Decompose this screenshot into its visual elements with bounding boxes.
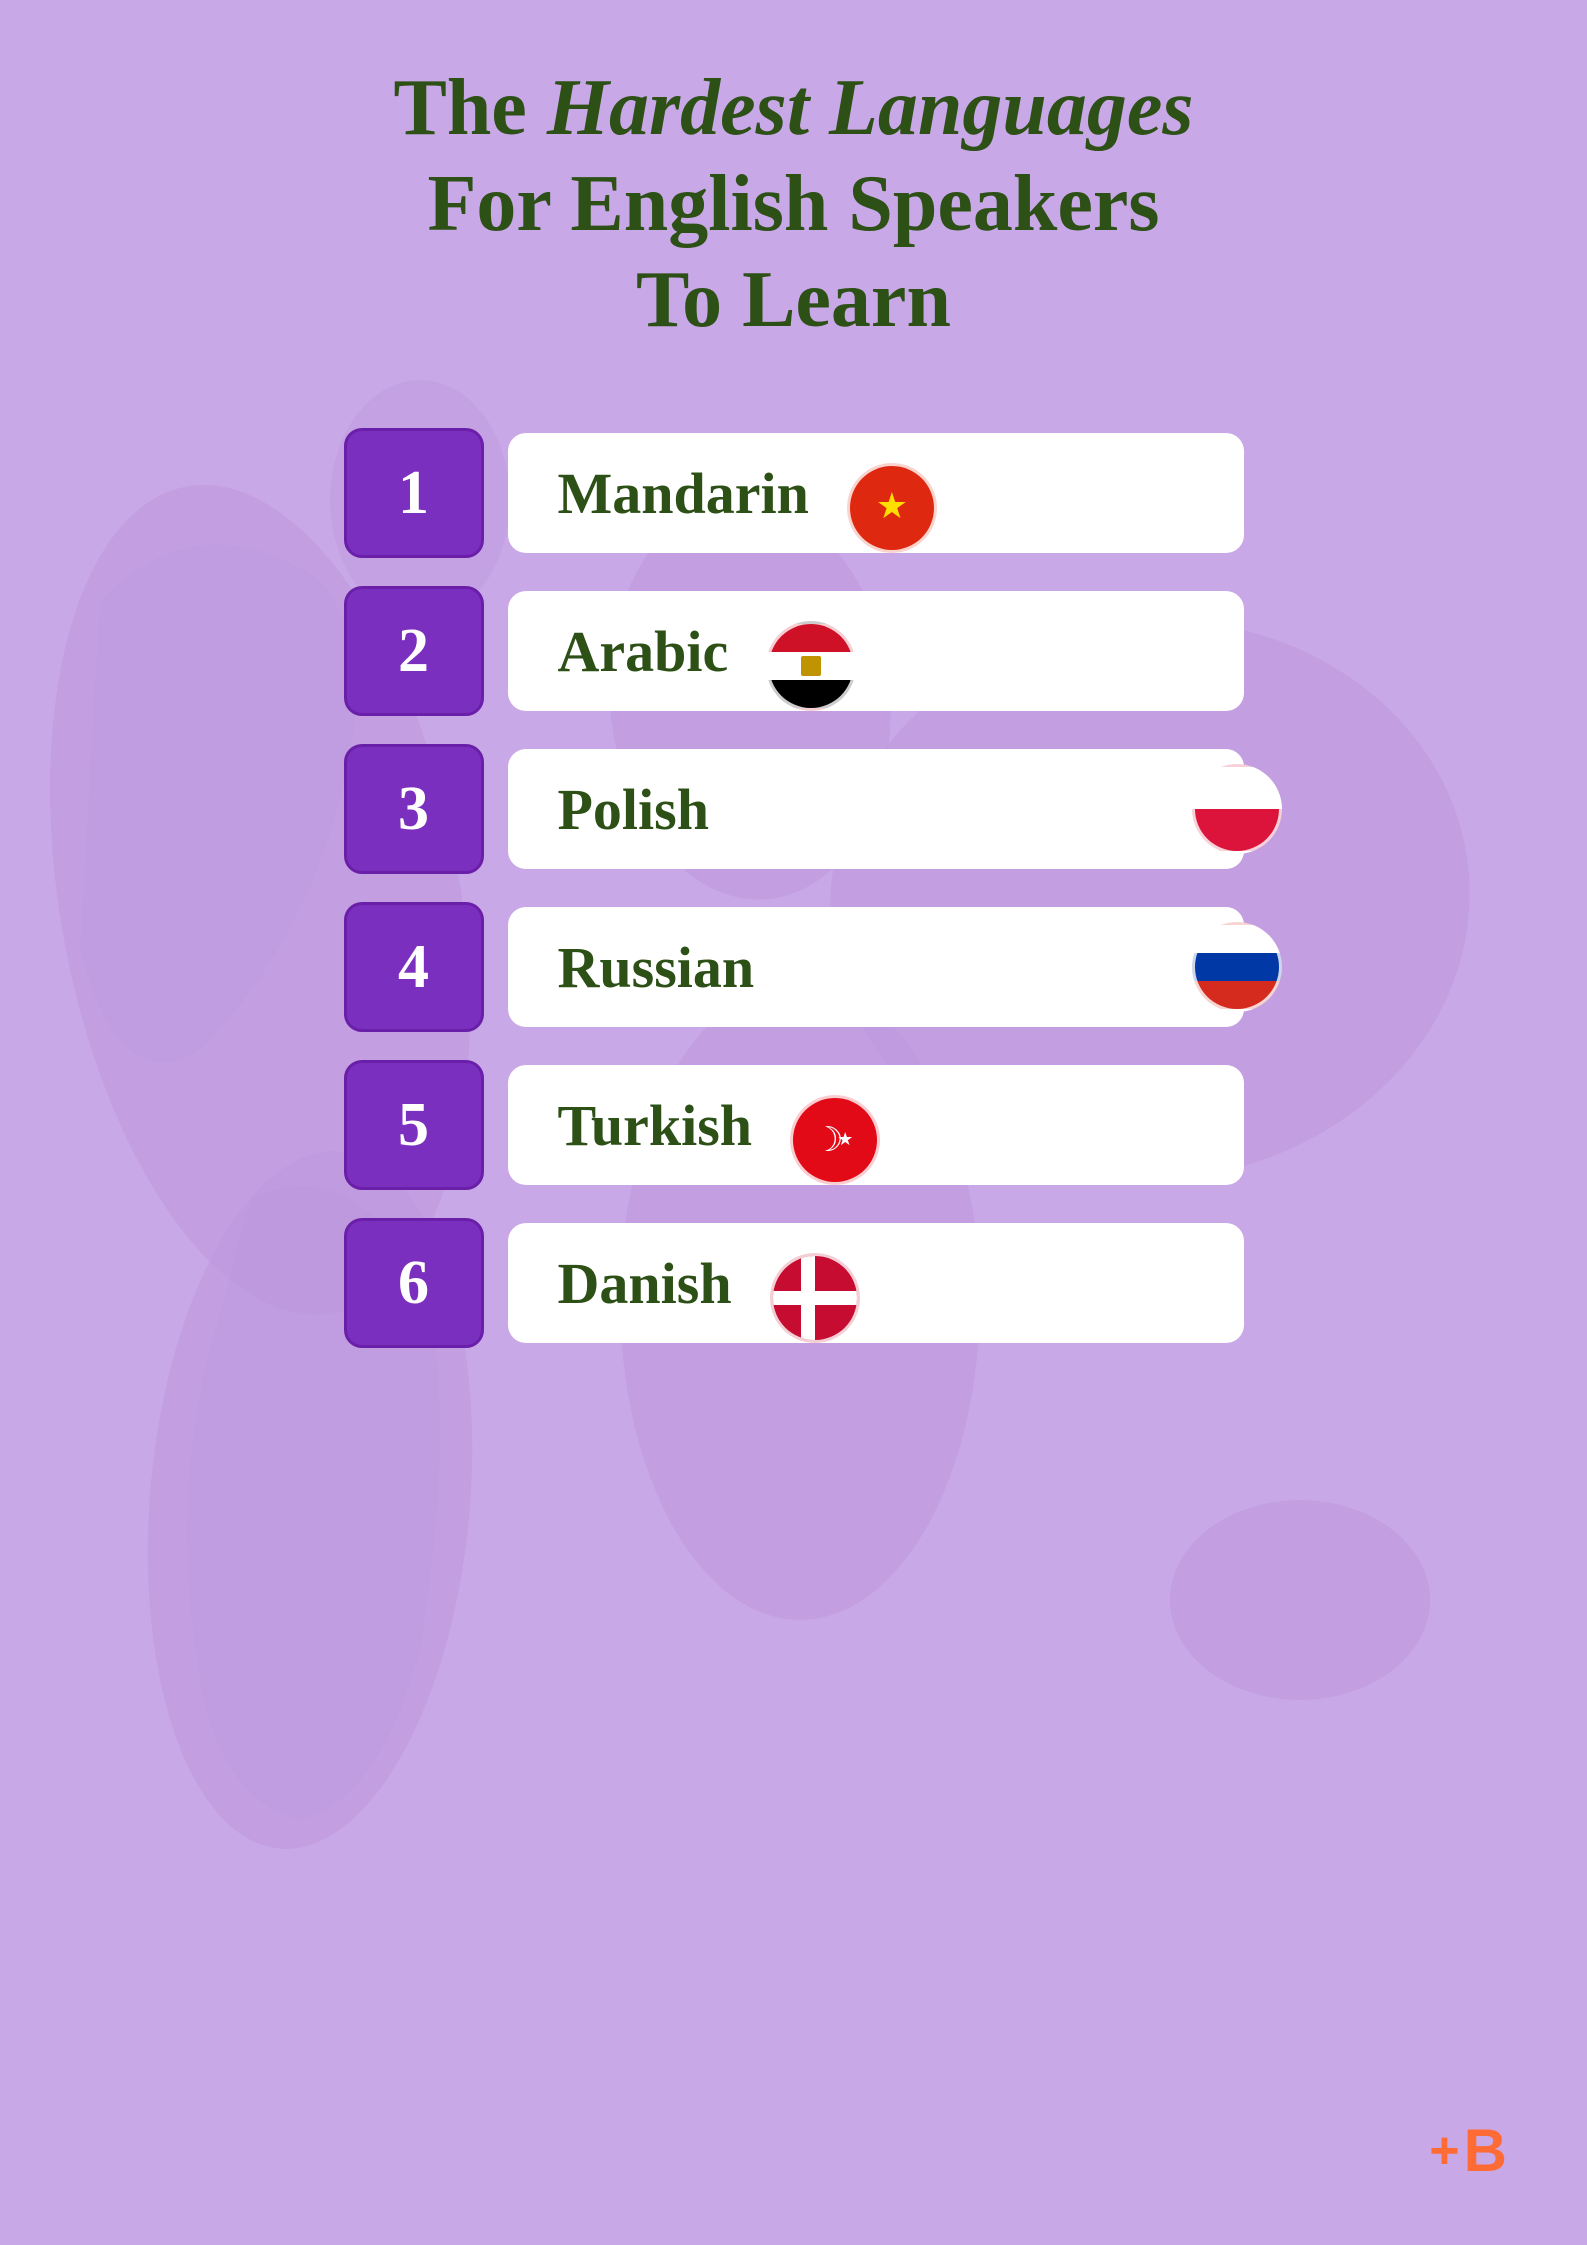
list-item-4: 4 Russian bbox=[344, 902, 1244, 1032]
title-normal-text: The bbox=[393, 64, 546, 152]
language-card-2: Arabic bbox=[508, 591, 1244, 711]
rank-number-5: 5 bbox=[398, 1090, 429, 1161]
language-name-4: Russian bbox=[558, 934, 755, 1001]
rank-box-5: 5 bbox=[344, 1060, 484, 1190]
rank-number-6: 6 bbox=[398, 1248, 429, 1319]
language-card-1: Mandarin bbox=[508, 433, 1244, 553]
rank-box-2: 2 bbox=[344, 586, 484, 716]
rank-number-4: 4 bbox=[398, 932, 429, 1003]
list-item-2: 2 Arabic bbox=[344, 586, 1244, 716]
brand-b-letter: B bbox=[1464, 2116, 1507, 2185]
flag-egypt bbox=[766, 621, 856, 711]
flag-turkey bbox=[790, 1095, 880, 1185]
main-content: The Hardest Languages For English Speake… bbox=[0, 0, 1587, 1348]
rank-box-6: 6 bbox=[344, 1218, 484, 1348]
title-line3-text: To Learn bbox=[636, 256, 951, 344]
rank-number-3: 3 bbox=[398, 774, 429, 845]
title-line2-text: For English Speakers bbox=[427, 160, 1159, 248]
flag-denmark bbox=[770, 1253, 860, 1343]
title-italic-text: Hardest Languages bbox=[547, 64, 1194, 152]
title-line-2: For English Speakers bbox=[393, 156, 1193, 252]
language-name-5: Turkish bbox=[558, 1092, 753, 1159]
rank-box-3: 3 bbox=[344, 744, 484, 874]
list-item-5: 5 Turkish bbox=[344, 1060, 1244, 1190]
language-name-2: Arabic bbox=[558, 618, 729, 685]
language-list: 1 Mandarin 2 Arabic 3 Polish bbox=[344, 428, 1244, 1348]
rank-number-2: 2 bbox=[398, 616, 429, 687]
flag-russia bbox=[1192, 922, 1282, 1012]
language-card-4: Russian bbox=[508, 907, 1244, 1027]
language-name-6: Danish bbox=[558, 1250, 732, 1317]
rank-number-1: 1 bbox=[398, 458, 429, 529]
flag-poland bbox=[1192, 764, 1282, 854]
flag-china bbox=[847, 463, 937, 553]
language-name-3: Polish bbox=[558, 776, 710, 843]
branding: +B bbox=[1429, 2116, 1507, 2185]
title-line-3: To Learn bbox=[393, 252, 1193, 348]
language-card-6: Danish bbox=[508, 1223, 1244, 1343]
language-card-3: Polish bbox=[508, 749, 1244, 869]
list-item-3: 3 Polish bbox=[344, 744, 1244, 874]
language-card-5: Turkish bbox=[508, 1065, 1244, 1185]
language-name-1: Mandarin bbox=[558, 460, 809, 527]
brand-plus-icon: + bbox=[1429, 2121, 1459, 2181]
rank-box-1: 1 bbox=[344, 428, 484, 558]
rank-box-4: 4 bbox=[344, 902, 484, 1032]
list-item-6: 6 Danish bbox=[344, 1218, 1244, 1348]
list-item-1: 1 Mandarin bbox=[344, 428, 1244, 558]
title-section: The Hardest Languages For English Speake… bbox=[393, 60, 1193, 348]
title-line-1: The Hardest Languages bbox=[393, 60, 1193, 156]
